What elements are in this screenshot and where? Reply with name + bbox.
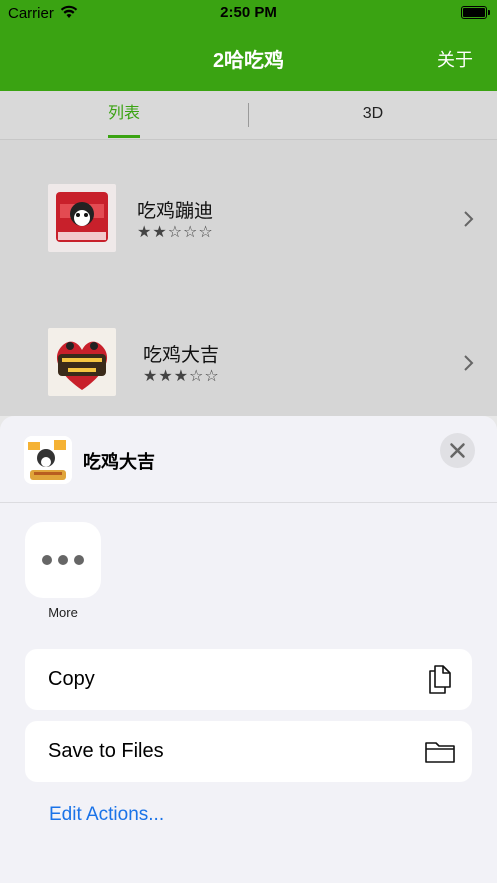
action-label: Save to Files (48, 740, 164, 762)
clock: 2:50 PM (220, 4, 277, 21)
copy-action[interactable]: Copy (25, 649, 472, 710)
rating-stars: ★★☆☆☆ (137, 224, 214, 241)
sticker-list: 吃鸡蹦迪 ★★☆☆☆ 吃鸡大吉 ★★★☆☆ (0, 140, 497, 416)
list-item[interactable]: 吃鸡蹦迪 ★★☆☆☆ (0, 152, 497, 282)
chevron-right-icon (464, 355, 474, 371)
sticker-thumbnail (48, 184, 116, 252)
status-bar: Carrier 2:50 PM (0, 0, 497, 26)
share-sheet-header: 吃鸡大吉 (0, 416, 497, 503)
ellipsis-icon (25, 555, 101, 565)
edit-actions-link[interactable]: Edit Actions... (49, 804, 164, 826)
copy-icon (429, 665, 451, 694)
tab-3d[interactable]: 3D (249, 91, 497, 139)
list-item[interactable]: 吃鸡大吉 ★★★☆☆ (0, 296, 497, 426)
chevron-right-icon (464, 211, 474, 227)
tab-bar: 列表 3D (0, 91, 497, 140)
more-button[interactable] (25, 522, 101, 598)
action-label: Copy (48, 668, 95, 690)
battery-icon (461, 6, 490, 19)
about-button[interactable]: 关于 (437, 46, 473, 72)
save-to-files-action[interactable]: Save to Files (25, 721, 472, 782)
close-button[interactable] (440, 433, 475, 468)
folder-icon (425, 742, 455, 763)
rating-stars: ★★★☆☆ (143, 368, 220, 385)
tab-list[interactable]: 列表 (0, 91, 248, 139)
tab-selected-indicator (108, 135, 140, 138)
list-item-title: 吃鸡大吉 (143, 345, 220, 366)
page-title: 2哈吃鸡 (212, 50, 285, 72)
list-item-title: 吃鸡蹦迪 (137, 201, 214, 222)
share-sheet: 吃鸡大吉 More Copy Save to Files Edit Action… (0, 416, 497, 883)
sticker-thumbnail (48, 328, 116, 396)
shared-item-title: 吃鸡大吉 (83, 452, 155, 472)
more-label: More (48, 605, 78, 620)
shared-item-thumbnail (24, 436, 72, 484)
nav-bar: 2哈吃鸡 关于 (0, 26, 497, 91)
close-icon (450, 443, 465, 458)
